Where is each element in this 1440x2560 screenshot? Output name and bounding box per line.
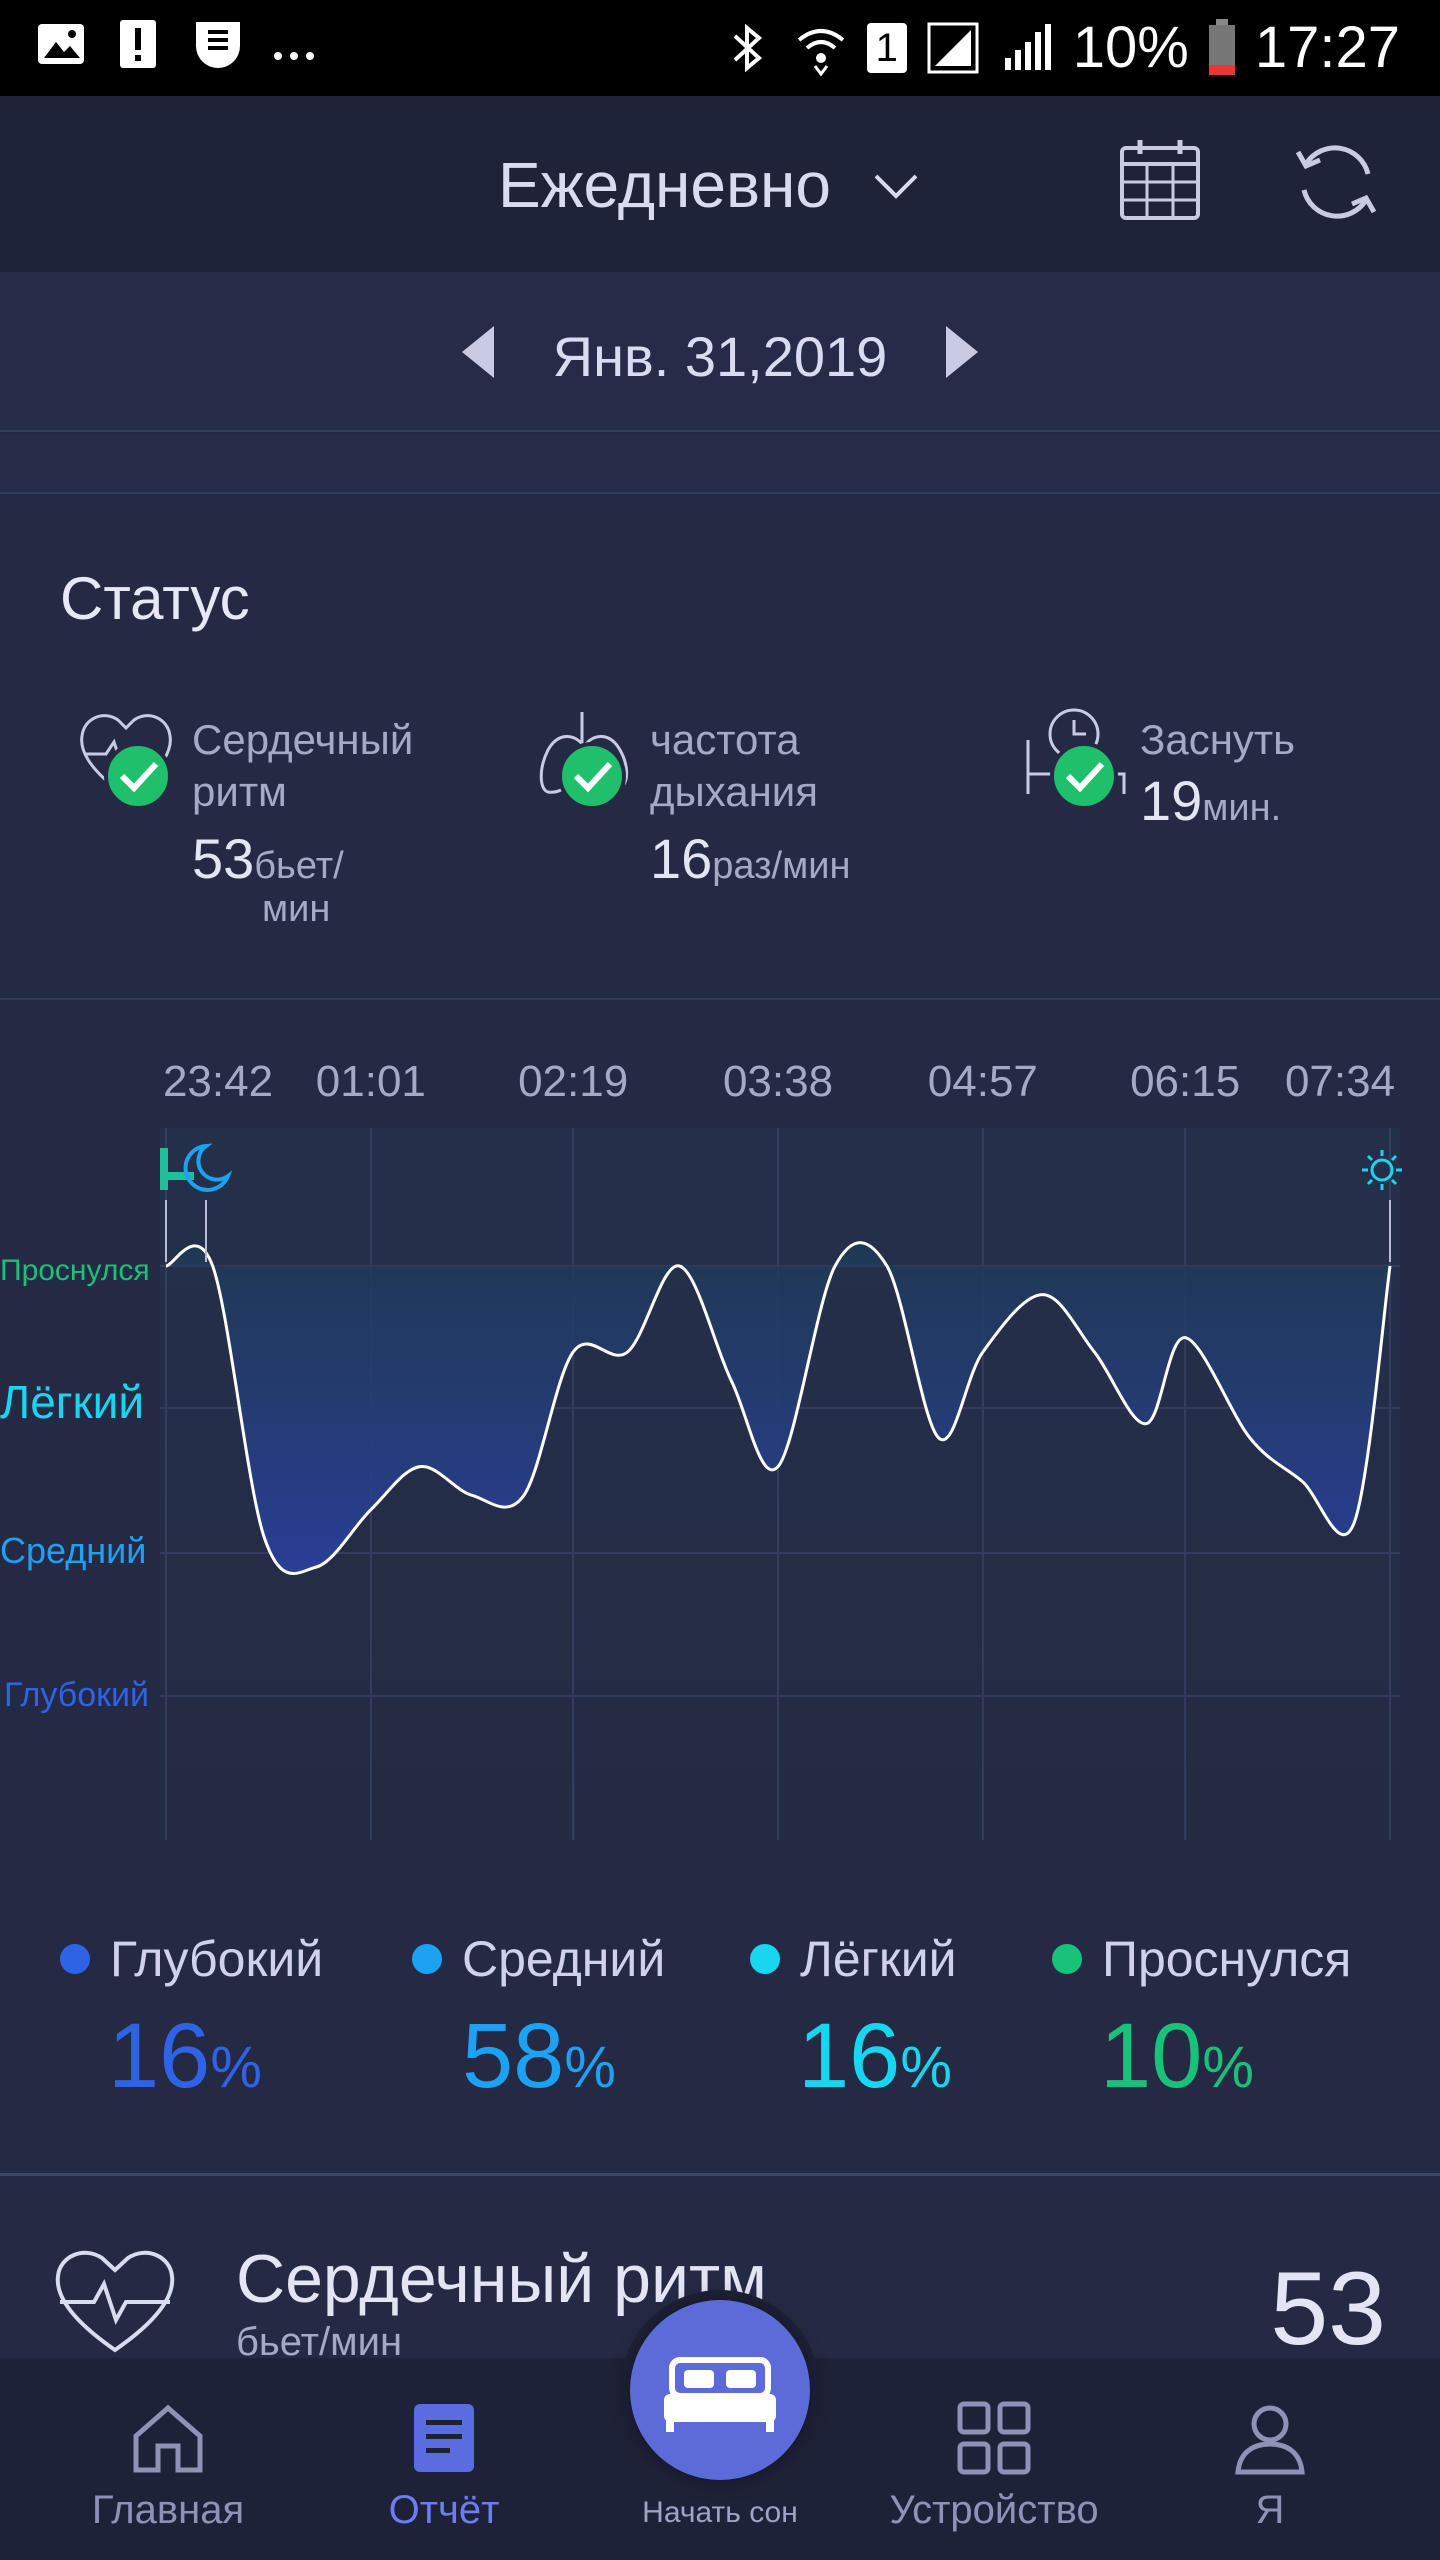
awake-dot-icon: [1052, 1944, 1082, 1974]
device-grid-icon: [957, 2401, 1031, 2475]
calendar-icon[interactable]: [1116, 136, 1204, 224]
app-notification-icon: [196, 22, 240, 68]
y-level-label: Лёгкий: [0, 1376, 144, 1428]
legend-light: Лёгкий: [750, 1930, 957, 1988]
nav-device[interactable]: Устройство: [874, 2398, 1114, 2533]
x-tick-label: 02:19: [518, 1057, 628, 1106]
x-tick-label: 06:15: [1130, 1057, 1240, 1106]
deep-percent: 16%: [108, 2005, 262, 2107]
y-level-label: Проснулся: [0, 1254, 150, 1287]
x-tick-label: 04:57: [928, 1057, 1038, 1106]
sleep-time-check-icon: [1026, 708, 1126, 810]
sleep-stages-chart: 23:42 01:01 02:19 03:38 04:57 06:15 07:34 Глуб…: [0, 1057, 1402, 1840]
period-selector[interactable]: Ежедневно: [498, 148, 831, 222]
y-level-label: Глубокий: [4, 1676, 149, 1714]
x-tick-label: 03:38: [723, 1057, 833, 1106]
legend-awake: Проснулся: [1052, 1930, 1351, 1988]
status-section: Статус Сердечный ритм 53бьет/ мин частот…: [0, 496, 1440, 1000]
legend-deep: Глубокий: [60, 1930, 323, 1988]
section-spacer: [0, 434, 1440, 494]
fall-asleep-label: Заснуть: [1140, 716, 1296, 763]
sim-badge: 1: [866, 22, 907, 73]
signal-2-icon: [1004, 23, 1051, 70]
x-tick-label: 01:01: [316, 1057, 426, 1106]
fall-asleep-value: 19мин.: [1140, 769, 1282, 832]
heart-rate-number: 53: [1270, 2251, 1386, 2367]
breathing-label: частота дыхания: [650, 716, 818, 815]
x-tick-label: 23:42: [163, 1057, 273, 1106]
light-percent: 16%: [798, 2005, 952, 2107]
status-title: Статус: [60, 565, 250, 632]
heart-check-icon: [80, 714, 172, 810]
lungs-check-icon: [539, 712, 629, 810]
current-date: Янв. 31,2019: [552, 325, 888, 388]
sleep-chart-section: 23:42 01:01 02:19 03:38 04:57 06:15 07:34 Глуб…: [0, 1000, 1440, 2176]
chevron-down-icon[interactable]: [872, 172, 920, 202]
start-sleep-label: Начать сон: [642, 2496, 798, 2529]
heart-rate-unit: мин: [262, 888, 331, 930]
heart-pulse-icon: [55, 2250, 175, 2353]
battery-icon: [1208, 18, 1235, 75]
more-notifications-icon: [274, 52, 314, 60]
legend-medium: Средний: [412, 1930, 665, 1988]
y-level-label: Средний: [0, 1530, 146, 1571]
deep-dot-icon: [60, 1944, 90, 1974]
heart-rate-label: Сердечный ритм: [192, 716, 414, 815]
light-dot-icon: [750, 1944, 780, 1974]
heart-rate-value: 53бьет/: [192, 827, 344, 890]
wifi-icon: [797, 28, 845, 76]
medium-dot-icon: [412, 1944, 442, 1974]
medium-percent: 58%: [462, 2005, 616, 2107]
nav-home[interactable]: Главная: [48, 2398, 288, 2533]
image-notification-icon: [38, 24, 84, 64]
bluetooth-icon: [733, 23, 762, 72]
start-sleep-button[interactable]: [630, 2300, 810, 2480]
system-status-bar: 1 10% 17:27: [0, 0, 1440, 96]
bed-icon: [664, 2357, 776, 2432]
user-icon: [1235, 2405, 1305, 2475]
date-navigator: Янв. 31,2019: [0, 272, 1440, 432]
home-icon: [133, 2404, 203, 2473]
nav-me[interactable]: Я: [1150, 2398, 1390, 2533]
nav-report[interactable]: Отчёт: [324, 2398, 564, 2533]
next-day-arrow-icon[interactable]: [942, 324, 982, 380]
signal-icon: [927, 22, 979, 73]
sync-icon[interactable]: [1288, 134, 1384, 230]
awake-percent: 10%: [1100, 2005, 1254, 2107]
x-tick-label: 07:34: [1285, 1057, 1395, 1106]
report-icon: [414, 2404, 474, 2472]
clock: 17:27: [1254, 15, 1400, 80]
alert-notification-icon: [120, 20, 156, 68]
app-header: Ежедневно: [0, 96, 1440, 272]
battery-percent: 10%: [1072, 15, 1189, 80]
breathing-value: 16раз/мин: [650, 827, 851, 890]
